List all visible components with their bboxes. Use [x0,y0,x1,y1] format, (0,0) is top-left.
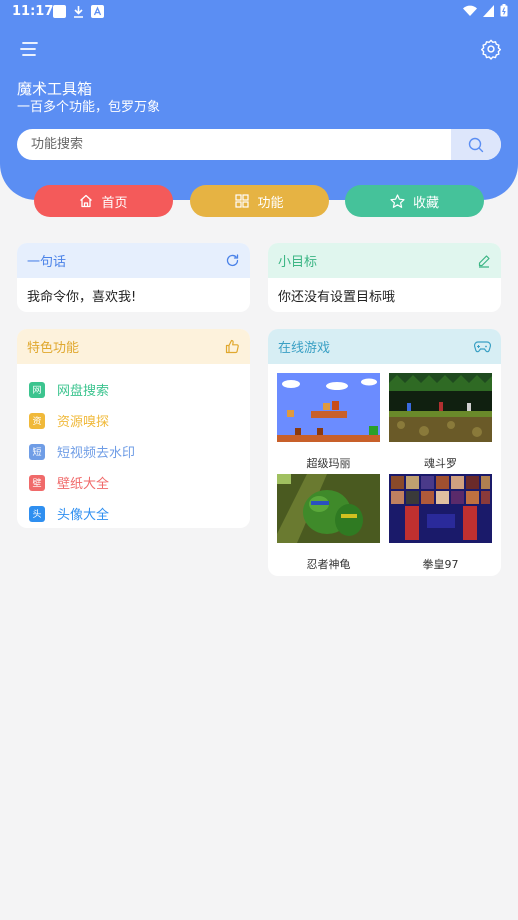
feature-badge: 短 [29,443,45,460]
search-input[interactable] [17,129,451,160]
app-subtitle: 一百多个功能，包罗万象 [17,100,161,115]
game-item-super-mario[interactable]: 超级玛丽 [277,373,380,471]
feature-badge: 壁 [29,474,45,491]
feature-label: 网盘搜索 [57,384,110,399]
search-button[interactable] [451,129,501,160]
search-bar [17,129,501,160]
status-time: 11:17 [12,4,54,19]
edit-pencil-icon[interactable] [477,254,491,268]
status-bar: 11:17 [0,0,518,24]
quote-card-header: 一句话 [17,243,250,278]
features-card-header: 特色功能 [17,329,250,364]
tab-favorites[interactable]: 收藏 [345,185,484,217]
games-card-header: 在线游戏 [268,329,501,364]
menu-icon[interactable] [18,38,40,60]
feature-label: 短视频去水印 [57,446,136,461]
game-name: 魂斗罗 [424,457,457,470]
feature-label: 资源嗅探 [57,415,110,430]
wifi-icon [463,5,477,16]
signal-icon [483,4,494,17]
game-item-contra[interactable]: 魂斗罗 [389,373,492,471]
tab-functions-label: 功能 [257,195,284,211]
tab-favorites-label: 收藏 [412,195,439,211]
quote-text: 我命令你，喜欢我! [27,290,137,305]
features-card: 特色功能 网 网盘搜索 资 资源嗅探 短 短视频去水印 壁 壁纸大全 头 头像大… [17,329,250,528]
star-icon [390,193,405,208]
feature-label: 壁纸大全 [57,477,110,492]
game-thumbnail [389,373,492,442]
goal-card-header: 小目标 [268,243,501,278]
app-notification-icon [91,5,104,18]
tab-functions[interactable]: 功能 [190,185,329,217]
tab-home[interactable]: 首页 [34,185,173,217]
game-name: 超级玛丽 [306,457,351,470]
gamepad-icon [474,341,491,353]
feature-item-resource-sniff[interactable]: 资 资源嗅探 [29,405,238,436]
feature-badge: 网 [29,381,45,398]
game-thumbnail [277,373,380,442]
game-name: 拳皇97 [422,558,459,571]
feature-item-video-watermark[interactable]: 短 短视频去水印 [29,436,238,467]
game-item-ninja-turtles[interactable]: 忍者神龟 [277,474,380,572]
feature-item-netdisk-search[interactable]: 网 网盘搜索 [29,374,238,405]
feature-badge: 资 [29,412,45,429]
game-item-kof97[interactable]: 拳皇97 [389,474,492,572]
game-thumbnail [389,474,492,543]
refresh-icon[interactable] [225,253,240,268]
feature-badge: 头 [29,505,45,522]
feature-item-avatars[interactable]: 头 头像大全 [29,498,238,528]
game-thumbnail [277,474,380,543]
feature-item-wallpapers[interactable]: 壁 壁纸大全 [29,467,238,498]
settings-gear-icon[interactable] [480,38,502,60]
battery-icon [500,4,508,17]
goal-card: 小目标 你还没有设置目标哦 [268,243,501,312]
notification-square-icon [53,5,66,18]
goal-text: 你还没有设置目标哦 [278,290,396,305]
feature-label: 头像大全 [57,508,110,523]
features-card-title: 特色功能 [27,341,80,356]
tab-home-label: 首页 [101,195,128,211]
download-icon [74,6,83,18]
games-card: 在线游戏 超级玛丽 魂斗罗 忍者神龟 拳皇97 [268,329,501,576]
game-name: 忍者神龟 [306,558,351,571]
quote-card: 一句话 我命令你，喜欢我! [17,243,250,312]
search-icon [468,137,484,152]
grid-icon [235,194,250,208]
games-card-title: 在线游戏 [278,341,331,356]
thumbs-up-icon [225,339,239,354]
home-icon [80,194,93,208]
quote-card-title: 一句话 [27,255,67,270]
goal-card-title: 小目标 [278,255,318,270]
